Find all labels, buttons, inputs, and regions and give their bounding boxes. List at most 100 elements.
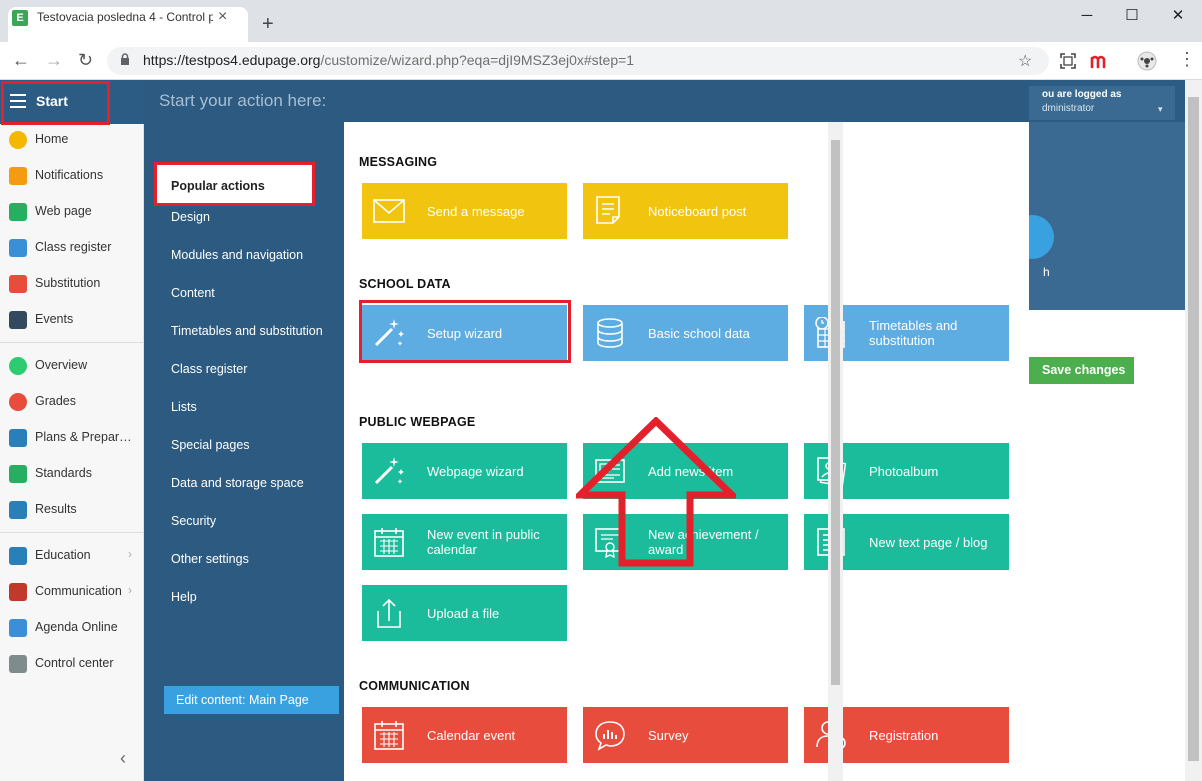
photoalbum-label: Photoalbum	[869, 463, 939, 479]
nav-item-label: Notifications	[35, 168, 104, 182]
close-window-button[interactable]: ✕	[1158, 6, 1198, 26]
survey-label: Survey	[648, 727, 689, 743]
start-action-overlay: Start your action here: Basic school inf…	[144, 80, 1029, 781]
chevron-right-icon: ›	[128, 547, 132, 561]
upload-file-tile[interactable]: Upload a file	[362, 585, 567, 641]
calendar-icon	[374, 528, 404, 557]
menu-item-label: Help	[171, 590, 197, 604]
nav-item-education[interactable]: Education ›	[0, 538, 143, 574]
menu-item-label: Class register	[171, 362, 248, 376]
user-menu-caret-icon[interactable]: ▾	[1158, 104, 1163, 115]
menu-special-pages[interactable]: Special pages	[155, 426, 335, 464]
noticeboard-label: Noticeboard post	[648, 203, 747, 219]
profile-avatar-icon[interactable]	[1137, 51, 1157, 71]
menu-item-label: Design	[171, 210, 210, 224]
actions-panel: MESSAGING Send a message Noticeboard pos…	[344, 122, 1029, 781]
nav-item-label: Agenda Online	[35, 620, 118, 634]
nav-item-grades[interactable]: Grades	[0, 384, 143, 420]
nav-item-events[interactable]: Events	[0, 302, 143, 338]
back-button[interactable]: ←	[12, 50, 30, 70]
calendar-event-tile[interactable]: Calendar event	[362, 707, 567, 763]
logged-as-label: ou are logged as	[1042, 89, 1122, 100]
save-changes-button[interactable]: Save changes	[1029, 357, 1134, 384]
new-text-page-label: New text page / blog	[869, 534, 988, 550]
m-extension-icon[interactable]	[1090, 53, 1110, 69]
nav-item-label: Class register	[35, 240, 112, 254]
panel-scrollbar-thumb[interactable]	[831, 140, 840, 685]
menu-item-label: Data and storage space	[171, 476, 304, 490]
menu-item-label: Lists	[171, 400, 197, 414]
screen-capture-icon[interactable]	[1059, 52, 1077, 70]
new-tab-button[interactable]: +	[262, 14, 274, 34]
nav-item-label: Overview	[35, 358, 88, 372]
nav-item-icon	[9, 357, 27, 375]
nav-item-label: Results	[35, 502, 77, 516]
nav-separator	[0, 342, 143, 343]
menu-modules-and-navigation[interactable]: Modules and navigation	[155, 236, 335, 274]
nav-item-plans-prepar[interactable]: Plans & Prepar…	[0, 420, 143, 456]
app-area: Start Home Notifications Web page Class reg…	[0, 80, 1185, 781]
menu-content[interactable]: Content	[155, 274, 335, 312]
reload-button[interactable]: ↻	[78, 50, 93, 70]
nav-item-icon	[9, 465, 27, 483]
nav-item-notifications[interactable]: Notifications	[0, 158, 143, 194]
tab-close-icon[interactable]: ×	[218, 8, 227, 26]
nav-item-icon	[9, 619, 27, 637]
section-messaging: MESSAGING	[359, 155, 438, 169]
menu-lists[interactable]: Lists	[155, 388, 335, 426]
menu-data-and-storage-space[interactable]: Data and storage space	[155, 464, 335, 502]
setup-wizard-highlight	[359, 300, 571, 363]
nav-item-icon	[9, 583, 27, 601]
collapse-sidebar-icon[interactable]: ‹	[120, 748, 126, 769]
menu-item-label: Timetables and substitution	[171, 324, 323, 338]
upload-file-label: Upload a file	[427, 605, 500, 621]
menu-help[interactable]: Help	[155, 578, 335, 616]
nav-item-overview[interactable]: Overview	[0, 348, 143, 384]
nav-item-icon	[9, 275, 27, 293]
menu-item-label: Modules and navigation	[171, 248, 304, 262]
new-event-label: New event in public calendar	[427, 527, 540, 557]
nav-item-label: Plans & Prepar…	[35, 430, 132, 444]
nav-item-label: Events	[35, 312, 74, 326]
nav-item-agenda-online[interactable]: Agenda Online	[0, 610, 143, 646]
nav-item-standards[interactable]: Standards	[0, 456, 143, 492]
nav-item-icon	[9, 655, 27, 673]
survey-tile[interactable]: Survey	[583, 707, 788, 763]
page-scrollbar-thumb[interactable]	[1188, 97, 1199, 761]
noticeboard-tile[interactable]: Noticeboard post	[583, 183, 788, 239]
bookmark-star-icon[interactable]: ☆	[1018, 51, 1032, 71]
nav-item-web-page[interactable]: Web page	[0, 194, 143, 230]
nav-item-icon	[9, 393, 27, 411]
action-category-menu: Basic school infoDesignModules and navig…	[144, 122, 344, 781]
forward-button[interactable]: →	[45, 50, 63, 70]
webpage-wizard-tile[interactable]: Webpage wizard	[362, 443, 567, 499]
nav-item-label: Grades	[35, 394, 76, 408]
nav-item-home[interactable]: Home	[0, 122, 143, 158]
nav-item-control-center[interactable]: Control center	[0, 646, 143, 682]
edupage-favicon-icon: E	[12, 10, 28, 26]
upload-icon	[377, 598, 401, 628]
menu-other-settings[interactable]: Other settings	[155, 540, 335, 578]
menu-timetables-and-substitution[interactable]: Timetables and substitution	[155, 312, 335, 350]
basic-school-data-tile[interactable]: Basic school data	[583, 305, 788, 361]
menu-popular-actions[interactable]: Popular actions	[154, 162, 315, 206]
nav-item-label: Standards	[35, 466, 92, 480]
nav-item-substitution[interactable]: Substitution	[0, 266, 143, 302]
minimize-button[interactable]: ─	[1067, 6, 1107, 26]
nav-item-icon	[9, 203, 27, 221]
nav-item-communication[interactable]: Communication ›	[0, 574, 143, 610]
send-message-tile[interactable]: Send a message	[362, 183, 567, 239]
registration-label: Registration	[869, 727, 939, 743]
nav-item-results[interactable]: Results	[0, 492, 143, 528]
background-header	[1029, 122, 1185, 310]
menu-class-register[interactable]: Class register	[155, 350, 335, 388]
menu-security[interactable]: Security	[155, 502, 335, 540]
up-arrow-annotation	[576, 417, 736, 567]
new-event-tile[interactable]: New event in public calendar	[362, 514, 567, 570]
nav-item-label: Substitution	[35, 276, 101, 290]
edit-content-button[interactable]: Edit content: Main Page	[164, 686, 339, 714]
nav-item-class-register[interactable]: Class register	[0, 230, 143, 266]
browser-menu-icon[interactable]: ⋮	[1178, 50, 1196, 68]
url-text[interactable]: https://testpos4.edupage.org/customize/w…	[143, 52, 634, 68]
maximize-button[interactable]: ☐	[1112, 6, 1152, 26]
